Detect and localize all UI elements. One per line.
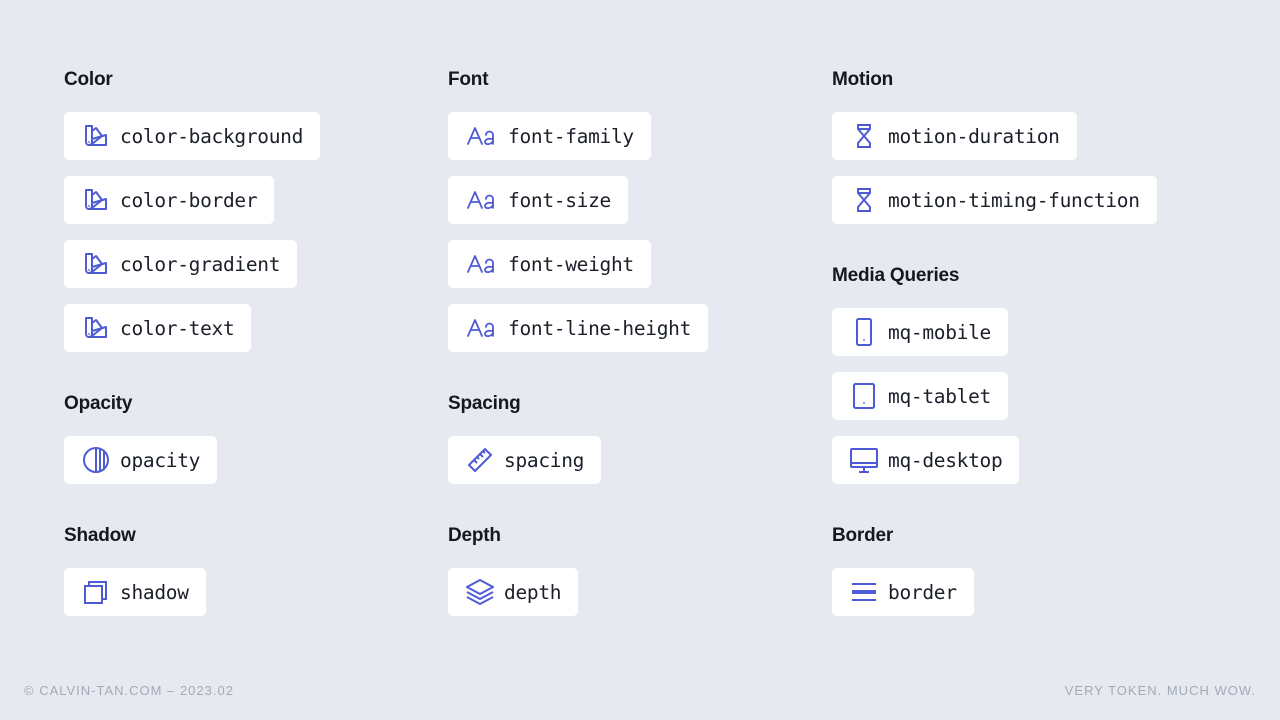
- column-left: Color color-background color-border colo…: [64, 68, 424, 656]
- hourglass-icon: [850, 186, 878, 214]
- section-heading: Shadow: [64, 525, 136, 546]
- layers-icon: [466, 578, 494, 606]
- token-chip-opacity[interactable]: opacity: [64, 436, 218, 484]
- token-label: mq-desktop: [888, 448, 1003, 472]
- token-label: color-text: [120, 316, 235, 340]
- section-font: Font font-family font-size font-weight f…: [448, 68, 808, 368]
- section-opacity: Opacity opacity: [64, 392, 424, 500]
- mobile-icon: [850, 318, 878, 346]
- token-chip-color-text[interactable]: color-text: [64, 304, 252, 352]
- token-chip-mq-tablet[interactable]: mq-tablet: [832, 372, 1008, 420]
- token-chip-motion-timing-function[interactable]: motion-timing-function: [832, 176, 1157, 224]
- section-heading: Border: [832, 525, 894, 546]
- token-chip-font-weight[interactable]: font-weight: [448, 240, 651, 288]
- token-chip-depth[interactable]: depth: [448, 568, 579, 616]
- desktop-icon: [850, 446, 878, 474]
- swatch-icon: [82, 122, 110, 150]
- section-border: Border border: [832, 524, 1192, 632]
- token-label: shadow: [120, 580, 189, 604]
- column-right: Motion motion-duration motion-timing-fun…: [832, 68, 1192, 656]
- token-chip-font-family[interactable]: font-family: [448, 112, 651, 160]
- token-label: font-weight: [508, 252, 634, 276]
- opacity-icon: [82, 446, 110, 474]
- swatch-icon: [82, 250, 110, 278]
- section-heading: Spacing: [448, 393, 521, 414]
- typography-icon: [466, 186, 498, 214]
- token-chip-shadow[interactable]: shadow: [64, 568, 206, 616]
- section-heading: Opacity: [64, 393, 133, 414]
- section-depth: Depth depth: [448, 524, 808, 632]
- token-label: mq-mobile: [888, 320, 991, 344]
- token-chip-font-size[interactable]: font-size: [448, 176, 628, 224]
- token-label: depth: [504, 580, 562, 604]
- token-label: font-line-height: [508, 316, 692, 340]
- section-color: Color color-background color-border colo…: [64, 68, 424, 368]
- typography-icon: [466, 314, 498, 342]
- tablet-icon: [850, 382, 878, 410]
- token-chip-color-background[interactable]: color-background: [64, 112, 321, 160]
- column-middle: Font font-family font-size font-weight f…: [448, 68, 808, 656]
- token-label: spacing: [504, 448, 585, 472]
- token-label: color-background: [120, 124, 304, 148]
- shadow-icon: [82, 578, 110, 606]
- token-label: font-family: [508, 124, 634, 148]
- section-heading: Motion: [832, 69, 894, 90]
- token-chip-border[interactable]: border: [832, 568, 974, 616]
- token-chip-color-gradient[interactable]: color-gradient: [64, 240, 298, 288]
- token-chip-mq-mobile[interactable]: mq-mobile: [832, 308, 1008, 356]
- ruler-icon: [466, 446, 494, 474]
- section-heading: Media Queries: [832, 265, 960, 286]
- token-label: color-gradient: [120, 252, 281, 276]
- token-label: mq-tablet: [888, 384, 991, 408]
- section-shadow: Shadow shadow: [64, 524, 424, 632]
- section-spacing: Spacing spacing: [448, 392, 808, 500]
- section-heading: Font: [448, 69, 489, 90]
- token-label: color-border: [120, 188, 258, 212]
- swatch-icon: [82, 186, 110, 214]
- typography-icon: [466, 122, 498, 150]
- section-media-queries: Media Queries mq-mobile mq-tablet mq-des…: [832, 264, 1192, 500]
- swatch-icon: [82, 314, 110, 342]
- token-label: font-size: [508, 188, 611, 212]
- token-label: motion-duration: [888, 124, 1060, 148]
- hourglass-icon: [850, 122, 878, 150]
- token-label: motion-timing-function: [888, 188, 1140, 212]
- token-chip-font-line-height[interactable]: font-line-height: [448, 304, 709, 352]
- token-chip-spacing[interactable]: spacing: [448, 436, 602, 484]
- footer-copyright: © CALVIN-TAN.COM – 2023.02: [24, 683, 234, 698]
- section-motion: Motion motion-duration motion-timing-fun…: [832, 68, 1192, 240]
- token-label: border: [888, 580, 957, 604]
- token-chip-color-border[interactable]: color-border: [64, 176, 275, 224]
- section-heading: Color: [64, 69, 113, 90]
- border-lines-icon: [850, 578, 878, 606]
- token-chip-motion-duration[interactable]: motion-duration: [832, 112, 1077, 160]
- section-heading: Depth: [448, 525, 501, 546]
- token-label: opacity: [120, 448, 201, 472]
- token-chip-mq-desktop[interactable]: mq-desktop: [832, 436, 1020, 484]
- footer-tagline: VERY TOKEN. MUCH WOW.: [1064, 683, 1256, 698]
- typography-icon: [466, 250, 498, 278]
